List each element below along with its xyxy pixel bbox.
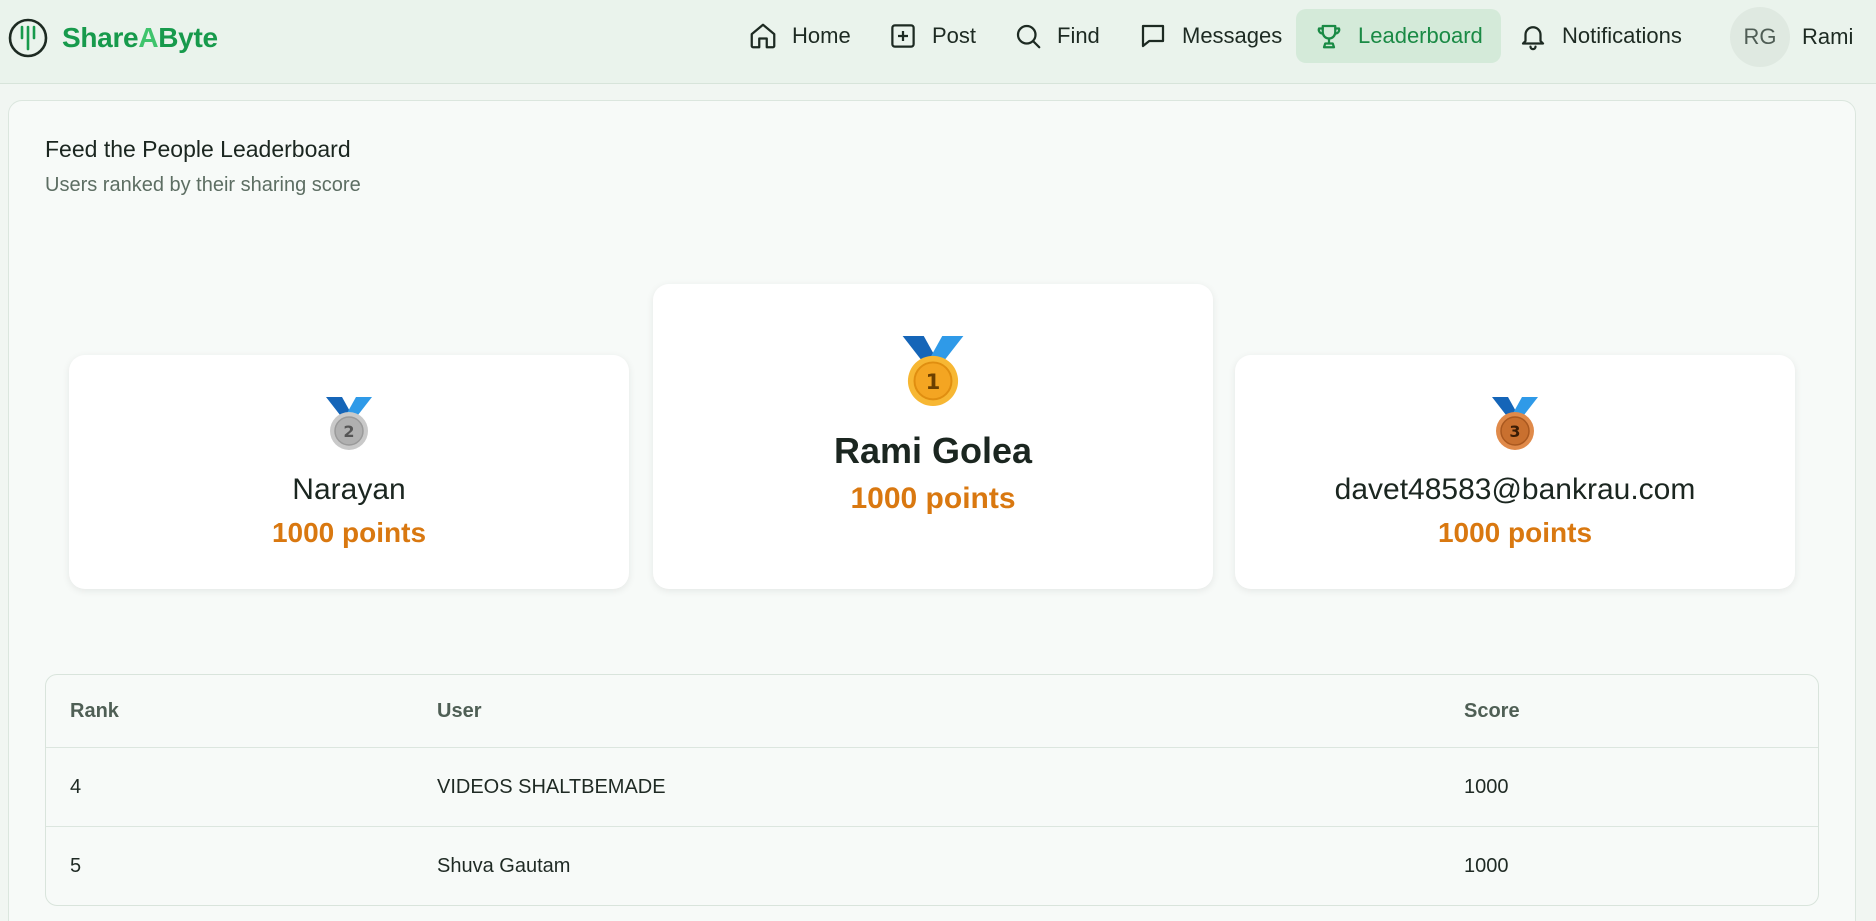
- bell-icon: [1521, 26, 1545, 51]
- header-user: User: [437, 699, 482, 722]
- nav-messages[interactable]: Messages: [1120, 9, 1300, 63]
- table-row: 5 Shuva Gautam 1000: [46, 827, 1818, 905]
- row-user[interactable]: VIDEOS SHALTBEMADE: [437, 748, 666, 826]
- podium-first-name[interactable]: Rami Golea: [834, 430, 1032, 472]
- nav-post[interactable]: Post: [870, 9, 994, 63]
- bronze-medal-icon: 3: [1492, 397, 1538, 450]
- podium-third-name[interactable]: davet48583@bankrau.com: [1335, 473, 1696, 507]
- user-name[interactable]: Rami: [1802, 24, 1853, 50]
- nav-leaderboard[interactable]: Leaderboard: [1296, 9, 1501, 63]
- plus-square-icon: [891, 24, 915, 48]
- leaderboard-card: Feed the People Leaderboard Users ranked…: [8, 100, 1856, 921]
- row-score: 1000: [1464, 855, 1509, 877]
- podium-third-place: 3 davet48583@bankrau.com 1000 points: [1235, 355, 1795, 589]
- svg-text:3: 3: [1509, 422, 1520, 441]
- top-navigation-bar: ShareAByte Home Post Find Messages Leade…: [0, 0, 1876, 84]
- page-title: Feed the People Leaderboard: [45, 136, 351, 162]
- brand-name: ShareAByte: [62, 22, 218, 53]
- page-subtitle: Users ranked by their sharing score: [45, 174, 361, 196]
- svg-text:2: 2: [343, 422, 354, 441]
- podium-second-name[interactable]: Narayan: [292, 473, 405, 507]
- row-user[interactable]: Shuva Gautam: [437, 827, 570, 905]
- nav-home[interactable]: Home: [730, 9, 869, 63]
- podium-first-points: 1000 points: [850, 482, 1016, 515]
- row-rank: 4: [70, 775, 82, 798]
- nav-find[interactable]: Find: [995, 9, 1118, 63]
- message-icon: [1141, 24, 1165, 48]
- table-row: 4 VIDEOS SHALTBEMADE 1000: [46, 748, 1818, 827]
- leaderboard-table: Rank User Score 4 VIDEOS SHALTBEMADE 100…: [45, 674, 1819, 906]
- svg-text:1: 1: [926, 369, 941, 394]
- utensils-logo-icon: [8, 18, 48, 58]
- header-rank: Rank: [70, 699, 119, 722]
- podium-second-place: 2 Narayan 1000 points: [69, 355, 629, 589]
- podium-first-place: 1 Rami Golea 1000 points: [653, 284, 1213, 589]
- header-score: Score: [1464, 699, 1520, 722]
- gold-medal-icon: 1: [902, 336, 964, 406]
- user-avatar[interactable]: RG: [1730, 7, 1790, 67]
- podium-third-points: 1000 points: [1437, 517, 1593, 548]
- silver-medal-icon: 2: [326, 397, 372, 450]
- podium-second-points: 1000 points: [271, 517, 427, 548]
- brand[interactable]: ShareAByte: [8, 14, 218, 62]
- nav-notifications[interactable]: Notifications: [1500, 9, 1700, 63]
- trophy-icon: [1317, 24, 1341, 49]
- row-rank: 5: [70, 855, 82, 877]
- table-header-row: Rank User Score: [46, 675, 1818, 748]
- row-score: 1000: [1464, 775, 1509, 798]
- home-icon: [750, 23, 776, 49]
- search-icon: [1016, 24, 1041, 49]
